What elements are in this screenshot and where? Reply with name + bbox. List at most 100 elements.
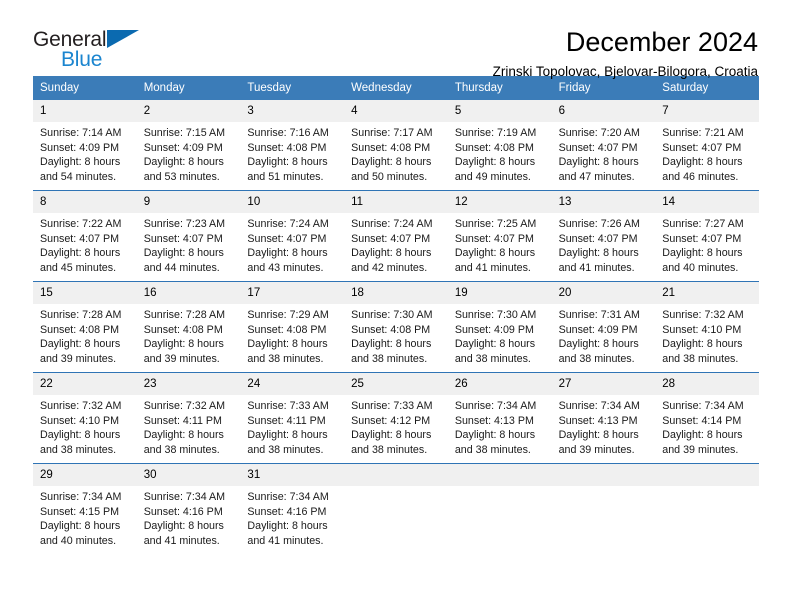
- daylight-text-line1: Daylight: 8 hours: [143, 156, 224, 169]
- calendar-day-cell[interactable]: 17 Sunrise: 7:29 AM Sunset: 4:08 PM Dayligh…: [240, 282, 345, 372]
- calendar-day-cell[interactable]: 9 Sunrise: 7:23 AM Sunset: 4:07 PM Daylight…: [136, 191, 241, 281]
- day-number: 3: [240, 100, 345, 122]
- sunrise-text: Sunrise: 7:16 AM: [247, 127, 329, 139]
- day-number: 11: [344, 191, 448, 213]
- weekday-header-thursday: Thursday: [454, 82, 503, 94]
- daylight-text-line2: and 41 minutes.: [558, 261, 635, 274]
- day-number: 6: [551, 100, 656, 122]
- calendar-day-cell[interactable]: 3 Sunrise: 7:16 AM Sunset: 4:08 PM Daylight…: [240, 100, 345, 190]
- day-details: Sunrise: 7:34 AM Sunset: 4:14 PM Daylight:…: [655, 395, 759, 457]
- sunset-text: Sunset: 4:08 PM: [351, 141, 431, 154]
- day-number: 14: [655, 191, 759, 213]
- calendar-day-cell[interactable]: 19 Sunrise: 7:30 AM Sunset: 4:09 PM Dayligh…: [447, 282, 552, 372]
- daylight-text-line1: Daylight: 8 hours: [351, 429, 432, 442]
- calendar-day-cell-empty: [655, 464, 759, 554]
- day-number: 10: [240, 191, 345, 213]
- daylight-text-line1: Daylight: 8 hours: [40, 247, 121, 260]
- calendar-day-cell[interactable]: 11 Sunrise: 7:24 AM Sunset: 4:07 PM Dayligh…: [344, 191, 448, 281]
- day-number: 21: [655, 282, 759, 304]
- sunrise-text: Sunrise: 7:19 AM: [454, 127, 537, 139]
- sunset-text: Sunset: 4:16 PM: [247, 505, 327, 518]
- calendar-day-cell-empty: [447, 464, 552, 554]
- sunset-text: Sunset: 4:08 PM: [143, 323, 223, 336]
- sunrise-text: Sunrise: 7:25 AM: [454, 218, 537, 230]
- day-number: [551, 464, 656, 486]
- calendar-day-cell[interactable]: 15 Sunrise: 7:28 AM Sunset: 4:08 PM Dayligh…: [33, 282, 137, 372]
- sunset-text: Sunset: 4:07 PM: [247, 232, 327, 245]
- weekday-header-monday: Monday: [143, 82, 185, 94]
- calendar-grid: Sunday Monday Tuesday Wednesday Thursday Frid…: [33, 76, 759, 554]
- daylight-text-line2: and 38 minutes.: [143, 443, 220, 456]
- generalblue-logo[interactable]: General Blue: [33, 27, 153, 75]
- day-number: 8: [33, 191, 137, 213]
- daylight-text-line1: Daylight: 8 hours: [40, 429, 121, 442]
- weekday-header-friday: Friday: [558, 82, 591, 94]
- day-details: Sunrise: 7:34 AM Sunset: 4:13 PM Daylight:…: [552, 395, 656, 457]
- sunrise-text: Sunrise: 7:23 AM: [143, 218, 226, 230]
- day-number: 27: [551, 373, 656, 395]
- daylight-text-line1: Daylight: 8 hours: [351, 338, 432, 351]
- day-number: 26: [447, 373, 552, 395]
- daylight-text-line2: and 38 minutes.: [558, 352, 635, 365]
- calendar-day-cell[interactable]: 31 Sunrise: 7:34 AM Sunset: 4:16 PM Dayligh…: [240, 464, 345, 554]
- calendar-day-cell[interactable]: 26 Sunrise: 7:34 AM Sunset: 4:13 PM Dayligh…: [447, 373, 552, 463]
- weekday-header-row: Sunday Monday Tuesday Wednesday Thursday Frid…: [33, 76, 759, 100]
- calendar-day-cell[interactable]: 6 Sunrise: 7:20 AM Sunset: 4:07 PM Daylight…: [551, 100, 656, 190]
- calendar-day-cell[interactable]: 2 Sunrise: 7:15 AM Sunset: 4:09 PM Daylight…: [136, 100, 241, 190]
- day-number: 9: [136, 191, 241, 213]
- day-details: Sunrise: 7:14 AM Sunset: 4:09 PM Daylight:…: [33, 122, 137, 184]
- calendar-day-cell[interactable]: 21 Sunrise: 7:32 AM Sunset: 4:10 PM Dayligh…: [655, 282, 759, 372]
- daylight-text-line1: Daylight: 8 hours: [662, 156, 743, 169]
- sunrise-text: Sunrise: 7:28 AM: [40, 309, 122, 321]
- calendar-day-cell[interactable]: 27 Sunrise: 7:34 AM Sunset: 4:13 PM Dayligh…: [551, 373, 656, 463]
- calendar-day-cell[interactable]: 4 Sunrise: 7:17 AM Sunset: 4:08 PM Daylight…: [344, 100, 448, 190]
- day-details: Sunrise: 7:24 AM Sunset: 4:07 PM Daylight:…: [240, 213, 344, 275]
- calendar-day-cell[interactable]: 5 Sunrise: 7:19 AM Sunset: 4:08 PM Daylight…: [447, 100, 552, 190]
- daylight-text-line1: Daylight: 8 hours: [558, 338, 639, 351]
- calendar-day-cell[interactable]: 16 Sunrise: 7:28 AM Sunset: 4:08 PM Dayligh…: [136, 282, 241, 372]
- sunset-text: Sunset: 4:07 PM: [143, 232, 223, 245]
- sunset-text: Sunset: 4:13 PM: [558, 414, 638, 427]
- day-details: Sunrise: 7:30 AM Sunset: 4:08 PM Daylight:…: [344, 304, 448, 366]
- calendar-weeks: 1 Sunrise: 7:14 AM Sunset: 4:09 PM Daylight…: [33, 100, 759, 554]
- calendar-day-cell[interactable]: 28 Sunrise: 7:34 AM Sunset: 4:14 PM Dayligh…: [655, 373, 759, 463]
- sunrise-text: Sunrise: 7:17 AM: [351, 127, 433, 139]
- calendar-day-cell[interactable]: 25 Sunrise: 7:33 AM Sunset: 4:12 PM Dayligh…: [344, 373, 448, 463]
- calendar-day-cell[interactable]: 22 Sunrise: 7:32 AM Sunset: 4:10 PM Dayligh…: [33, 373, 137, 463]
- daylight-text-line2: and 39 minutes.: [662, 443, 739, 456]
- daylight-text-line1: Daylight: 8 hours: [247, 247, 328, 260]
- calendar-day-cell[interactable]: 8 Sunrise: 7:22 AM Sunset: 4:07 PM Daylight…: [33, 191, 137, 281]
- daylight-text-line2: and 45 minutes.: [40, 261, 117, 274]
- calendar-day-cell[interactable]: 29 Sunrise: 7:34 AM Sunset: 4:15 PM Dayligh…: [33, 464, 137, 554]
- daylight-text-line2: and 41 minutes.: [143, 534, 220, 547]
- daylight-text-line2: and 43 minutes.: [247, 261, 324, 274]
- calendar-day-cell[interactable]: 23 Sunrise: 7:32 AM Sunset: 4:11 PM Dayligh…: [136, 373, 241, 463]
- day-details: Sunrise: 7:21 AM Sunset: 4:07 PM Daylight:…: [655, 122, 759, 184]
- calendar-day-cell[interactable]: 10 Sunrise: 7:24 AM Sunset: 4:07 PM Dayligh…: [240, 191, 345, 281]
- day-details: Sunrise: 7:32 AM Sunset: 4:10 PM Daylight:…: [33, 395, 137, 457]
- sunset-text: Sunset: 4:08 PM: [247, 323, 327, 336]
- calendar-page: General Blue December 2024 Zrinski Topol…: [0, 0, 792, 612]
- calendar-day-cell[interactable]: 12 Sunrise: 7:25 AM Sunset: 4:07 PM Dayligh…: [447, 191, 552, 281]
- day-number: 28: [655, 373, 759, 395]
- day-number: 23: [136, 373, 241, 395]
- calendar-day-cell[interactable]: 20 Sunrise: 7:31 AM Sunset: 4:09 PM Dayligh…: [551, 282, 656, 372]
- logo-text-blue: Blue: [61, 48, 103, 71]
- day-number: 12: [447, 191, 552, 213]
- daylight-text-line2: and 38 minutes.: [351, 443, 428, 456]
- day-details: Sunrise: 7:34 AM Sunset: 4:13 PM Daylight:…: [448, 395, 552, 457]
- calendar-day-cell[interactable]: 24 Sunrise: 7:33 AM Sunset: 4:11 PM Dayligh…: [240, 373, 345, 463]
- calendar-day-cell[interactable]: 18 Sunrise: 7:30 AM Sunset: 4:08 PM Dayligh…: [344, 282, 448, 372]
- calendar-day-cell[interactable]: 13 Sunrise: 7:26 AM Sunset: 4:07 PM Dayligh…: [551, 191, 656, 281]
- calendar-day-cell[interactable]: 7 Sunrise: 7:21 AM Sunset: 4:07 PM Daylight…: [655, 100, 759, 190]
- calendar-day-cell[interactable]: 1 Sunrise: 7:14 AM Sunset: 4:09 PM Daylight…: [33, 100, 137, 190]
- daylight-text-line1: Daylight: 8 hours: [351, 156, 432, 169]
- day-number: 15: [33, 282, 137, 304]
- weekday-header-saturday: Saturday: [662, 82, 709, 94]
- day-number: 1: [33, 100, 137, 122]
- day-number: 7: [655, 100, 759, 122]
- daylight-text-line2: and 47 minutes.: [558, 170, 635, 183]
- calendar-day-cell[interactable]: 14 Sunrise: 7:27 AM Sunset: 4:07 PM Dayligh…: [655, 191, 759, 281]
- calendar-day-cell[interactable]: 30 Sunrise: 7:34 AM Sunset: 4:16 PM Dayligh…: [136, 464, 241, 554]
- daylight-text-line1: Daylight: 8 hours: [662, 338, 743, 351]
